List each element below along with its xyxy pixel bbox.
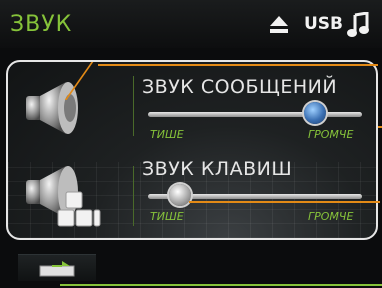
page-title: ЗВУК	[10, 12, 73, 37]
eject-icon[interactable]	[268, 14, 290, 40]
section-divider	[133, 166, 134, 226]
message-volume-track[interactable]	[148, 112, 362, 117]
key-volume-slider-knob[interactable]	[169, 184, 192, 206]
key-volume-max-label: ГРОМЧЕ	[308, 210, 354, 223]
section-divider	[133, 76, 134, 136]
key-sound-label: ЗВУК КЛАВИШ	[142, 158, 293, 180]
key-volume-min-label: ТИШЕ	[150, 210, 184, 223]
back-button[interactable]	[18, 254, 96, 281]
connector-line	[98, 64, 378, 66]
speaker-icon	[22, 78, 86, 142]
message-volume-max-label: ГРОМЧЕ	[308, 128, 354, 141]
message-volume-slider-knob[interactable]	[303, 102, 326, 124]
connector-line	[60, 284, 382, 286]
connector-line	[378, 126, 382, 128]
music-note-icon[interactable]	[346, 11, 370, 42]
message-volume-min-label: ТИШЕ	[150, 128, 184, 141]
message-sound-label: ЗВУК СООБЩЕНИЙ	[142, 76, 338, 98]
top-bar: ЗВУК USB	[0, 0, 382, 48]
usb-icon[interactable]: USB	[304, 14, 343, 34]
connector-line	[189, 201, 380, 203]
back-icon	[38, 260, 78, 282]
settings-panel: ЗВУК СООБЩЕНИЙ ТИШЕ ГРОМЧЕ ЗВУК КЛАВИШ Т…	[6, 60, 378, 240]
keyboard-icon	[22, 162, 102, 238]
